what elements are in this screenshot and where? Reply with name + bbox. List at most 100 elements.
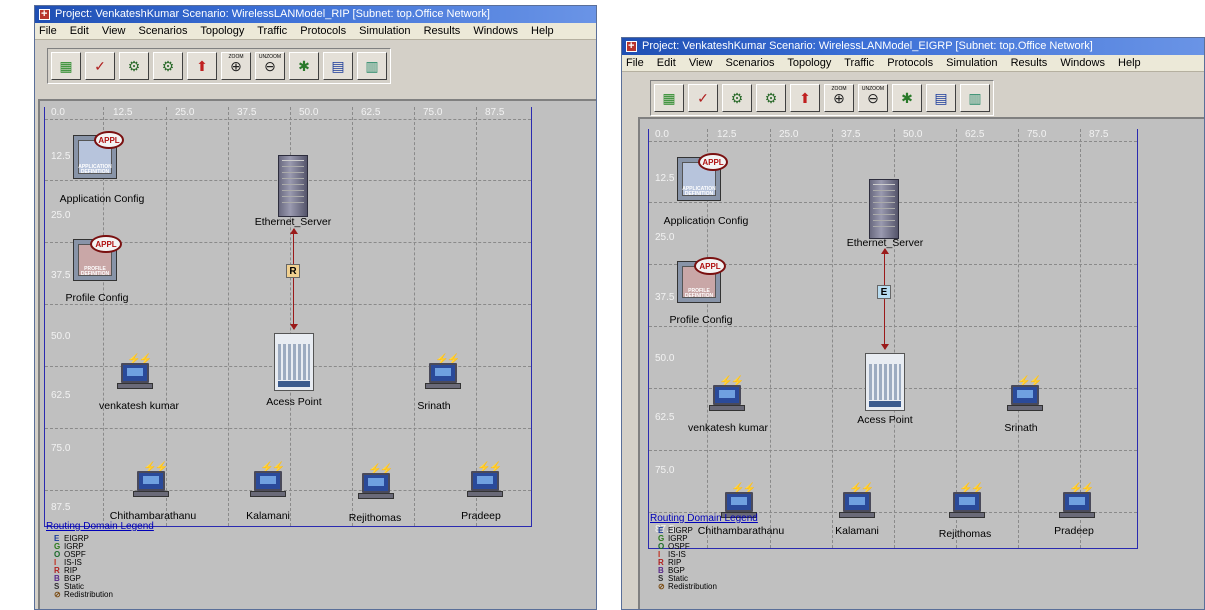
hide-graphs-button[interactable]: ▥ [960,84,990,112]
menu-help[interactable]: Help [1118,57,1141,69]
routing-domain-legend: Routing Domain Legend E EIGRP G IGRP O OSPF… [46,521,154,599]
pradeep-node[interactable]: ⚡⚡ [467,462,503,499]
window-title: Project: VenkateshKumar Scenario: Wirele… [642,40,1093,52]
open-palette-button[interactable]: ▦ [654,84,684,112]
access-point-label: Acess Point [266,396,322,408]
app-icon [626,38,637,55]
menu-file[interactable]: File [39,25,57,37]
kalamani-label: Kalamani [246,510,290,522]
check-links-button[interactable]: ✓ [688,84,718,112]
srinath-node[interactable]: ⚡⚡ [425,354,461,391]
menu-windows[interactable]: Windows [473,25,518,37]
window-title-bar[interactable]: Project: VenkateshKumar Scenario: Wirele… [622,38,1204,55]
menu-traffic[interactable]: Traffic [844,57,874,69]
hide-graphs-button[interactable]: ▥ [357,52,387,80]
ethernet-link[interactable] [290,228,298,330]
menu-simulation[interactable]: Simulation [946,57,997,69]
menu-topology[interactable]: Topology [787,57,831,69]
menu-topology[interactable]: Topology [200,25,244,37]
menu-simulation[interactable]: Simulation [359,25,410,37]
fail-node-button[interactable]: ⚙ [119,52,149,80]
access-point-label: Acess Point [857,414,913,426]
application-definition-caption: APPLICATION DEFINITION [78,164,112,175]
menu-traffic[interactable]: Traffic [257,25,287,37]
x-tick: 25.0 [175,107,195,118]
menu-protocols[interactable]: Protocols [887,57,933,69]
menu-results[interactable]: Results [424,25,461,37]
venkatesh-kumar-node[interactable]: ⚡⚡ [117,354,153,391]
menu-file[interactable]: File [626,57,644,69]
unzoom-button[interactable]: UNZOOM ⊖ [255,52,285,80]
configure-run-des-icon: ✱ [901,89,913,106]
app-icon [39,6,50,23]
view-results-button[interactable]: ▤ [323,52,353,80]
venkatesh-kumar-node[interactable]: ⚡⚡ [709,376,745,413]
pradeep-label: Pradeep [461,510,501,522]
access-point-node[interactable] [274,333,314,391]
appl-badge: APPL [694,257,726,275]
legend-title[interactable]: Routing Domain Legend [46,521,154,533]
menu-edit[interactable]: Edit [70,25,89,37]
unzoom-button[interactable]: UNZOOM ⊖ [858,84,888,112]
menu-results[interactable]: Results [1011,57,1048,69]
recover-node-icon: ⚙ [764,89,778,106]
return-to-parent-button[interactable]: ⬆ [790,84,820,112]
pradeep-node[interactable]: ⚡⚡ [1059,483,1095,520]
legend-entry: R RIP [650,559,758,567]
check-links-button[interactable]: ✓ [85,52,115,80]
appl-badge: APPL [90,235,122,253]
srinath-label: Srinath [417,400,451,412]
zoom-caption: ZOOM [831,86,847,92]
rejithomas-label: Rejithomas [348,512,402,524]
recover-node-button[interactable]: ⚙ [153,52,183,80]
x-tick: 87.5 [1089,129,1109,140]
menu-view[interactable]: View [102,25,126,37]
open-palette-icon: ▦ [59,57,73,74]
x-tick: 12.5 [717,129,737,140]
return-to-parent-button[interactable]: ⬆ [187,52,217,80]
y-tick: 87.5 [51,502,71,513]
rejithomas-node[interactable]: ⚡⚡ [949,483,985,520]
ethernet-server-node[interactable] [278,155,308,217]
legend-title[interactable]: Routing Domain Legend [650,513,758,525]
kalamani-node[interactable]: ⚡⚡ [839,483,875,520]
open-palette-button[interactable]: ▦ [51,52,81,80]
menu-windows[interactable]: Windows [1060,57,1105,69]
y-tick: 75.0 [655,465,675,476]
window-title-bar[interactable]: Project: VenkateshKumar Scenario: Wirele… [35,6,596,23]
access-point-node[interactable] [865,353,905,411]
x-tick: 75.0 [1027,129,1047,140]
menu-scenarios[interactable]: Scenarios [139,25,188,37]
menu-bar: File Edit View Scenarios Topology Traffi… [622,55,1204,72]
view-results-button[interactable]: ▤ [926,84,956,112]
network-canvas[interactable]: 0.0 12.5 25.0 37.5 50.0 62.5 75.0 87.5 1… [44,107,532,527]
chithambarathanu-node[interactable]: ⚡⚡ [133,462,169,499]
legend-name: Redistribution [668,582,717,591]
kalamani-label: Kalamani [835,525,879,537]
y-tick: 12.5 [655,173,675,184]
x-tick: 25.0 [779,129,799,140]
x-tick: 62.5 [965,129,985,140]
appl-badge: APPL [698,153,728,171]
unzoom-caption: UNZOOM [258,54,282,60]
network-canvas[interactable]: 0.0 12.5 25.0 37.5 50.0 62.5 75.0 87.5 1… [648,129,1138,549]
menu-help[interactable]: Help [531,25,554,37]
rejithomas-node[interactable]: ⚡⚡ [358,464,394,501]
configure-run-des-button[interactable]: ✱ [892,84,922,112]
kalamani-node[interactable]: ⚡⚡ [250,462,286,499]
zoom-button[interactable]: ZOOM ⊕ [221,52,251,80]
menu-view[interactable]: View [689,57,713,69]
menu-protocols[interactable]: Protocols [300,25,346,37]
fail-node-button[interactable]: ⚙ [722,84,752,112]
x-tick: 37.5 [237,107,257,118]
zoom-icon: ⊕ [230,57,242,74]
menu-scenarios[interactable]: Scenarios [726,57,775,69]
menu-edit[interactable]: Edit [657,57,676,69]
recover-node-button[interactable]: ⚙ [756,84,786,112]
legend-abbr: ⊘ [658,582,665,591]
configure-run-des-button[interactable]: ✱ [289,52,319,80]
ethernet-server-node[interactable] [869,179,899,239]
srinath-node[interactable]: ⚡⚡ [1007,376,1043,413]
zoom-button[interactable]: ZOOM ⊕ [824,84,854,112]
y-tick: 62.5 [51,390,71,401]
